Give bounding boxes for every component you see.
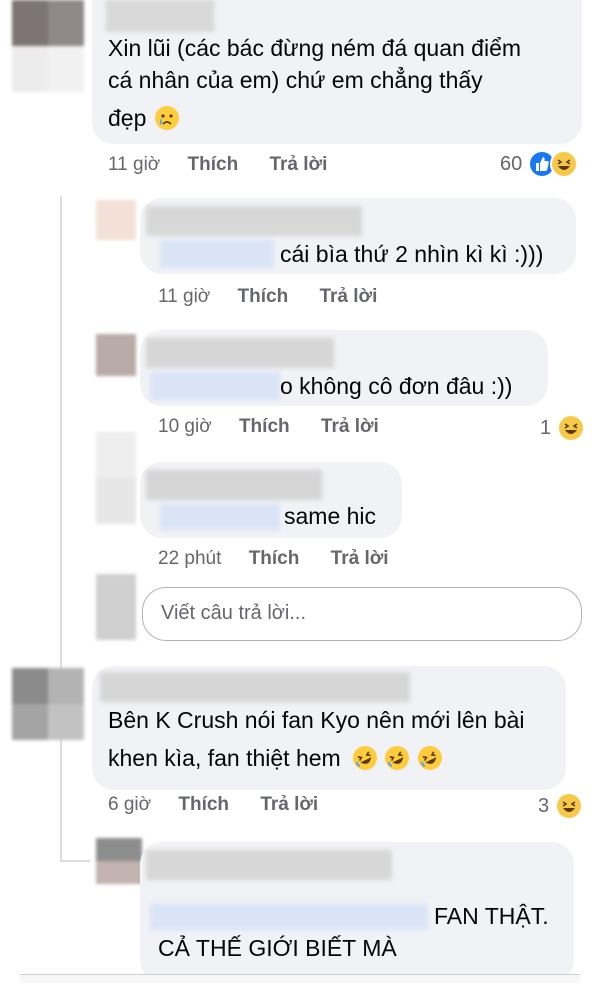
comment-text-line: khen kìa, fan thiệt hem [108,742,446,774]
redacted-tag [150,372,280,400]
reply-text: cái bìa thứ 2 nhìn kì kì :))) [280,241,544,267]
reply-button[interactable]: Trả lời [269,154,327,175]
like-button[interactable]: Thích [239,416,290,437]
comment-time[interactable]: 22 phút [158,548,221,569]
comment-meta: 11 giờ Thích Trả lời [108,154,327,176]
reaction-summary[interactable]: 3 [538,792,584,820]
redacted-name [146,206,362,236]
avatar[interactable] [12,0,84,92]
reply-input[interactable]: Viết câu trả lời... [142,587,582,641]
comment-time[interactable]: 11 giờ [158,286,210,307]
haha-reaction-icon [550,150,579,178]
avatar[interactable] [96,574,136,640]
redacted-name [146,850,392,880]
comment-text-line: đẹp [108,102,179,134]
like-button[interactable]: Thích [249,548,300,569]
avatar[interactable] [96,200,136,240]
comment-meta: 6 giờ Thích Trả lời [108,794,318,816]
like-button[interactable]: Thích [238,286,289,307]
comment-text-line: Xin lũi (các bác đừng ném đá quan điểm [108,35,522,61]
comment-text-fragment: khen kìa, fan thiệt hem [108,745,341,771]
redacted-tag [150,904,428,930]
thread-line [60,196,62,836]
comment-meta: 10 giờ Thích Trả lời [158,416,379,438]
comment-time[interactable]: 6 giờ [108,794,151,815]
comment-meta: 22 phút Thích Trả lời [158,548,389,570]
reply-text: CẢ THẾ GIỚI BIẾT MÀ [158,935,397,961]
haha-reaction-icon [555,792,584,820]
redacted-name [106,0,214,32]
like-button[interactable]: Thích [178,794,229,815]
reply-input-placeholder: Viết câu trả lời... [161,602,307,624]
rolling-laughing-emoji [381,742,414,774]
redacted-tag [160,504,280,530]
rolling-laughing-emoji [413,742,446,774]
like-button[interactable]: Thích [188,154,239,175]
redacted-tag [160,240,274,268]
redacted-name [146,470,322,500]
redacted-name [100,672,410,702]
comment-meta: 11 giờ Thích Trả lời [158,286,377,308]
reply-button[interactable]: Trả lời [331,548,389,569]
comment-time[interactable]: 11 giờ [108,154,160,175]
avatar[interactable] [96,432,136,524]
comment-text-line: Bên K Crush nói fan Kyo nên mới lên bài [108,707,525,733]
haha-reaction-icon [557,414,586,442]
reply-text: o không cô đơn đâu :)) [280,373,513,399]
comment-time[interactable]: 10 giờ [158,416,212,437]
reaction-summary[interactable]: 1 [540,414,586,442]
reply-button[interactable]: Trả lời [319,286,377,307]
thread-connector [60,860,90,862]
reply-button[interactable]: Trả lời [260,794,318,815]
reply-button[interactable]: Trả lời [321,416,379,437]
reaction-count: 1 [540,416,552,439]
reaction-count: 3 [538,794,550,817]
rolling-laughing-emoji [349,742,382,774]
redacted-name [146,338,334,368]
reaction-count: 60 [500,152,523,175]
comment-text-fragment: đẹp [108,105,147,131]
reply-text: FAN THẬT. [434,903,549,929]
reaction-summary[interactable]: 60 [500,150,579,178]
comment-text-line: cá nhân của em) chứ em chẳng thấy [108,67,483,93]
avatar[interactable] [96,838,142,884]
crying-face-emoji [154,106,179,130]
avatar[interactable] [12,668,84,740]
avatar[interactable] [96,334,136,376]
thread-connector [60,826,62,862]
reply-text: same hic [284,503,377,529]
